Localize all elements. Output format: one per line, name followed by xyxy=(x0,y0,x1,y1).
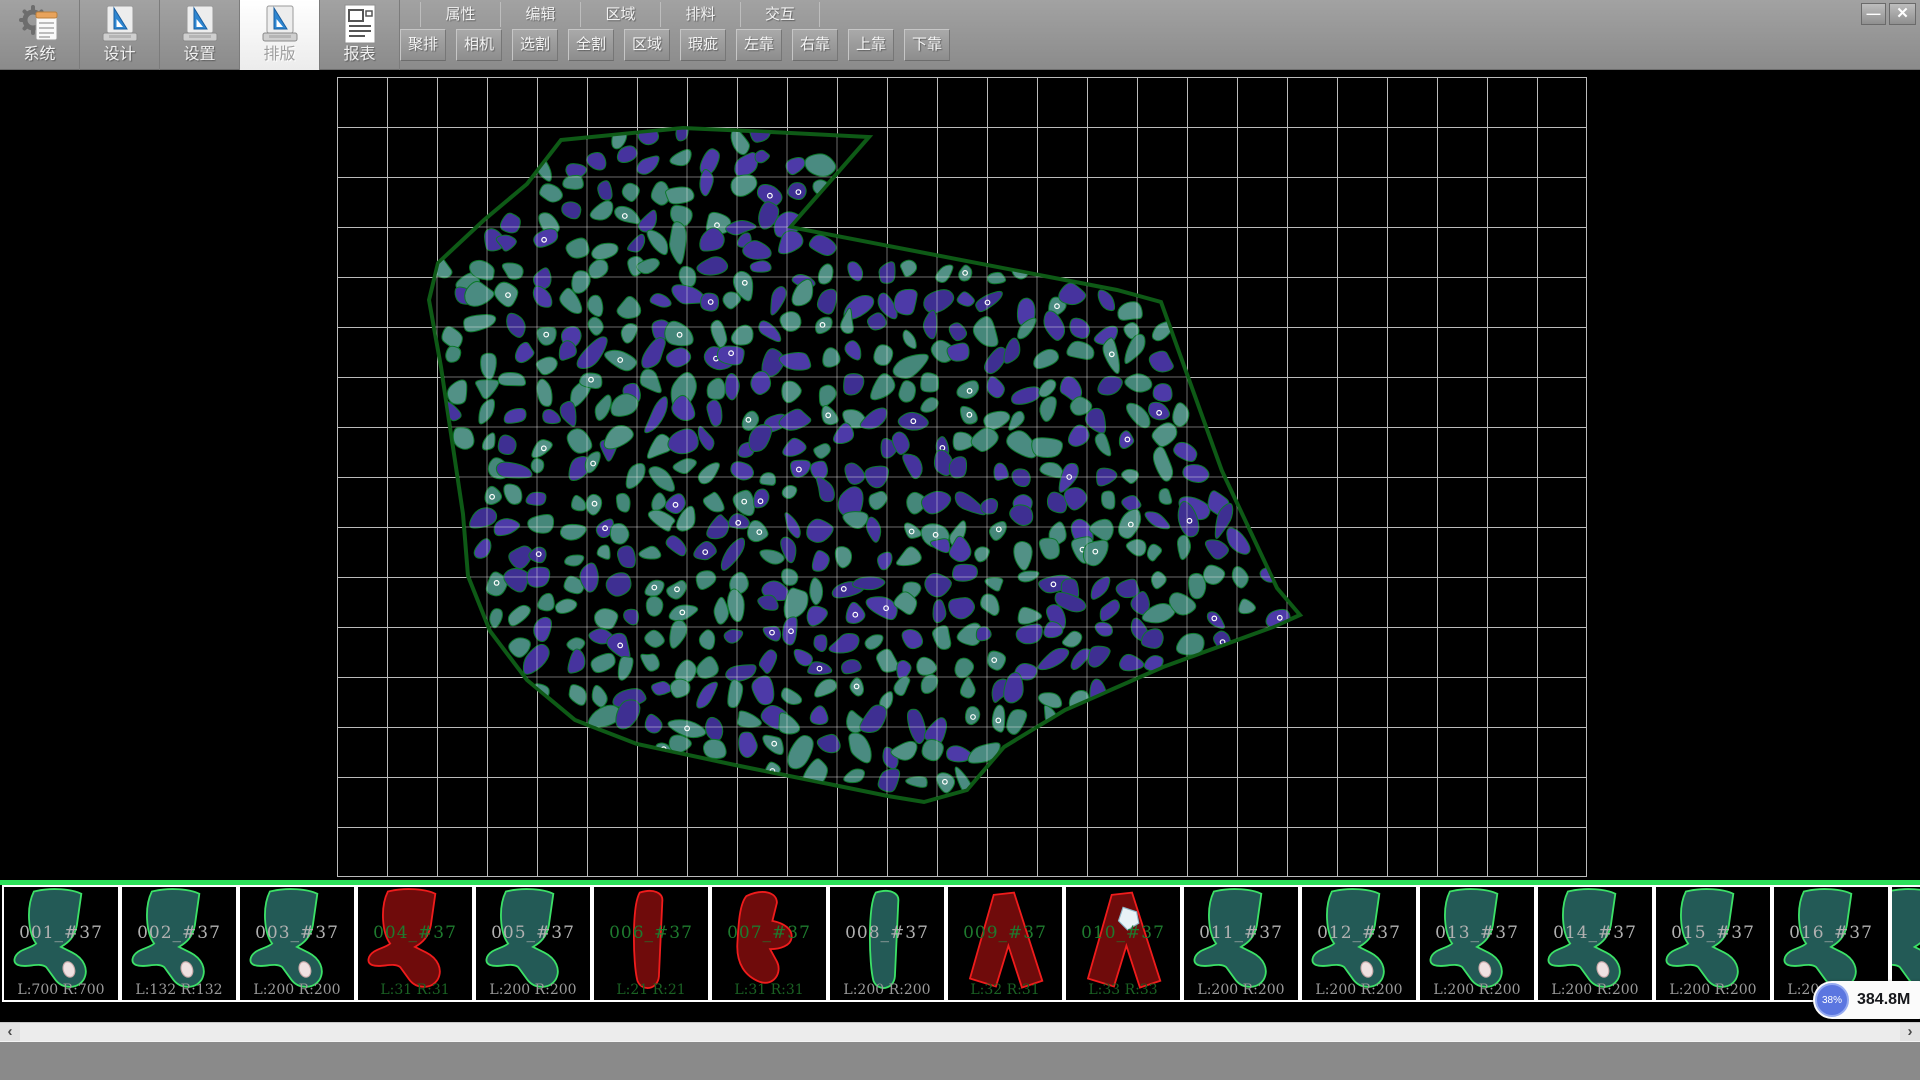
menu-排料[interactable]: 排料 xyxy=(660,2,740,27)
scroll-right-arrow[interactable]: › xyxy=(1900,1023,1920,1041)
thumbnail-id-label: 011_#37 xyxy=(1184,923,1298,943)
thumbnail-cell-010_#37[interactable]: 010_#37 L:33 R:33 xyxy=(1064,885,1182,1002)
menu-编辑[interactable]: 编辑 xyxy=(500,2,580,27)
nesting-svg xyxy=(0,70,1920,880)
app-tab-报表[interactable]: 报表 xyxy=(320,0,400,70)
thumbnail-cell-003_#37[interactable]: 003_#37 L:200 R:200 xyxy=(238,885,356,1002)
thumbnail-lr-label: L:200 R:200 xyxy=(240,982,354,998)
thumbnail-cell-008_#37[interactable]: 008_#37 L:200 R:200 xyxy=(828,885,946,1002)
menu-属性[interactable]: 属性 xyxy=(420,2,500,27)
report-doc-icon xyxy=(340,3,380,45)
app-tab-label: 设计 xyxy=(103,45,135,65)
thumbnail-id-label: 014_#37 xyxy=(1538,923,1652,943)
thumbnail-lr-label: L:200 R:200 xyxy=(1420,982,1534,998)
tool-button-区域[interactable]: 区域 xyxy=(624,29,670,61)
app-tab-strip: 系统 设计 设置 排版 报表 xyxy=(0,0,400,70)
thumbnail-cell-012_#37[interactable]: 012_#37 L:200 R:200 xyxy=(1300,885,1418,1002)
thumbnail-cell-009_#37[interactable]: 009_#37 L:32 R:31 xyxy=(946,885,1064,1002)
memory-value: 384.8M xyxy=(1857,981,1910,1019)
thumbnail-cell-015_#37[interactable]: 015_#37 L:200 R:200 xyxy=(1654,885,1772,1002)
thumbnail-cell-001_#37[interactable]: 001_#37 L:700 R:700 xyxy=(2,885,120,1002)
ruler-laptop-icon xyxy=(259,3,301,45)
close-button[interactable]: ✕ xyxy=(1889,3,1916,25)
thumbnail-lr-label: L:31 R:31 xyxy=(358,982,472,998)
thumbnail-id-label: 010_#37 xyxy=(1066,923,1180,943)
app-tab-系统[interactable]: 系统 xyxy=(0,0,80,70)
scroll-left-arrow[interactable]: ‹ xyxy=(0,1023,20,1041)
tool-button-左靠[interactable]: 左靠 xyxy=(736,29,782,61)
thumbnail-strip: 001_#37L:700 R:700002_#37L:132 R:132003_… xyxy=(0,885,1920,1002)
ruler-laptop-icon xyxy=(99,3,141,45)
thumbnail-id-label: 015_#37 xyxy=(1656,923,1770,943)
nesting-canvas[interactable] xyxy=(0,70,1920,880)
thumbnail-id-label: 004_#37 xyxy=(358,923,472,943)
thumbnail-cell-014_#37[interactable]: 014_#37 L:200 R:200 xyxy=(1536,885,1654,1002)
tool-button-选割[interactable]: 选割 xyxy=(512,29,558,61)
thumbnail-lr-label: L:21 R:21 xyxy=(594,982,708,998)
thumbnail-cell-007_#37[interactable]: 007_#37 L:31 R:31 xyxy=(710,885,828,1002)
top-toolbar: 系统设计设置排版报表 属性编辑区域排料交互 聚排相机选割全割区域瑕疵左靠右靠上靠… xyxy=(0,0,1920,70)
thumbnail-id-label: 013_#37 xyxy=(1420,923,1534,943)
thumbnail-lr-label: L:200 R:200 xyxy=(476,982,590,998)
app-tab-排版[interactable]: 排版 xyxy=(240,0,320,70)
thumbnail-id-label: 007_#37 xyxy=(712,923,826,943)
tool-button-聚排[interactable]: 聚排 xyxy=(400,29,446,61)
thumbnail-cell-006_#37[interactable]: 006_#37 L:21 R:21 xyxy=(592,885,710,1002)
thumbnail-id-label: 012_#37 xyxy=(1302,923,1416,943)
memory-badge: 38% 384.8M xyxy=(1813,981,1920,1019)
thumbnail-lr-label: L:200 R:200 xyxy=(830,982,944,998)
thumbnail-lr-label: L:32 R:31 xyxy=(948,982,1062,998)
app-tab-label: 报表 xyxy=(343,45,375,65)
tool-button-上靠[interactable]: 上靠 xyxy=(848,29,894,61)
thumbnail-id-label: 006_#37 xyxy=(594,923,708,943)
progress-circle: 38% xyxy=(1815,983,1849,1017)
menu-bar: 属性编辑区域排料交互 xyxy=(420,2,820,27)
app-tab-label: 设置 xyxy=(183,45,215,65)
thumbnail-id-label: 001_#37 xyxy=(4,923,118,943)
thumbnail-id-label: 002_#37 xyxy=(122,923,236,943)
thumbnail-lr-label: L:31 R:31 xyxy=(712,982,826,998)
app-tab-设计[interactable]: 设计 xyxy=(80,0,160,70)
menu-交互[interactable]: 交互 xyxy=(740,2,820,27)
menu-区域[interactable]: 区域 xyxy=(580,2,660,27)
thumbnail-id-label: 005_#37 xyxy=(476,923,590,943)
thumbnail-lr-label: L:200 R:200 xyxy=(1302,982,1416,998)
thumbnail-id-label: 003_#37 xyxy=(240,923,354,943)
tool-button-瑕疵[interactable]: 瑕疵 xyxy=(680,29,726,61)
thumbnail-cell-002_#37[interactable]: 002_#37 L:132 R:132 xyxy=(120,885,238,1002)
ruler-laptop-icon xyxy=(179,3,221,45)
thumbnail-lr-label: L:200 R:200 xyxy=(1656,982,1770,998)
tool-button-相机[interactable]: 相机 xyxy=(456,29,502,61)
minimize-button[interactable]: — xyxy=(1861,3,1886,25)
thumbnail-id-label: 008_#37 xyxy=(830,923,944,943)
thumbnail-cell-011_#37[interactable]: 011_#37 L:200 R:200 xyxy=(1182,885,1300,1002)
thumbnail-lr-label: L:132 R:132 xyxy=(122,982,236,998)
thumbnail-cell-005_#37[interactable]: 005_#37 L:200 R:200 xyxy=(474,885,592,1002)
tool-button-全割[interactable]: 全割 xyxy=(568,29,614,61)
horizontal-scrollbar[interactable]: ‹ › xyxy=(0,1022,1920,1041)
thumbnail-lr-label: L:33 R:33 xyxy=(1066,982,1180,998)
tool-bar: 聚排相机选割全割区域瑕疵左靠右靠上靠下靠 xyxy=(400,29,950,61)
thumbnail-lr-label: L:200 R:200 xyxy=(1184,982,1298,998)
tool-button-下靠[interactable]: 下靠 xyxy=(904,29,950,61)
tool-button-右靠[interactable]: 右靠 xyxy=(792,29,838,61)
thumbnail-id-label: 009_#37 xyxy=(948,923,1062,943)
app-tab-设置[interactable]: 设置 xyxy=(160,0,240,70)
thumbnail-id-label: 016_#37 xyxy=(1774,923,1888,943)
app-tab-label: 系统 xyxy=(23,45,55,65)
status-bar xyxy=(0,1041,1920,1080)
thumbnail-lr-label: L:200 R:200 xyxy=(1538,982,1652,998)
app-tab-label: 排版 xyxy=(263,45,295,65)
thumbnail-cell-004_#37[interactable]: 004_#37 L:31 R:31 xyxy=(356,885,474,1002)
thumbnail-cell-013_#37[interactable]: 013_#37 L:200 R:200 xyxy=(1418,885,1536,1002)
gear-notebook-icon xyxy=(17,3,63,45)
thumbnail-lr-label: L:700 R:700 xyxy=(4,982,118,998)
